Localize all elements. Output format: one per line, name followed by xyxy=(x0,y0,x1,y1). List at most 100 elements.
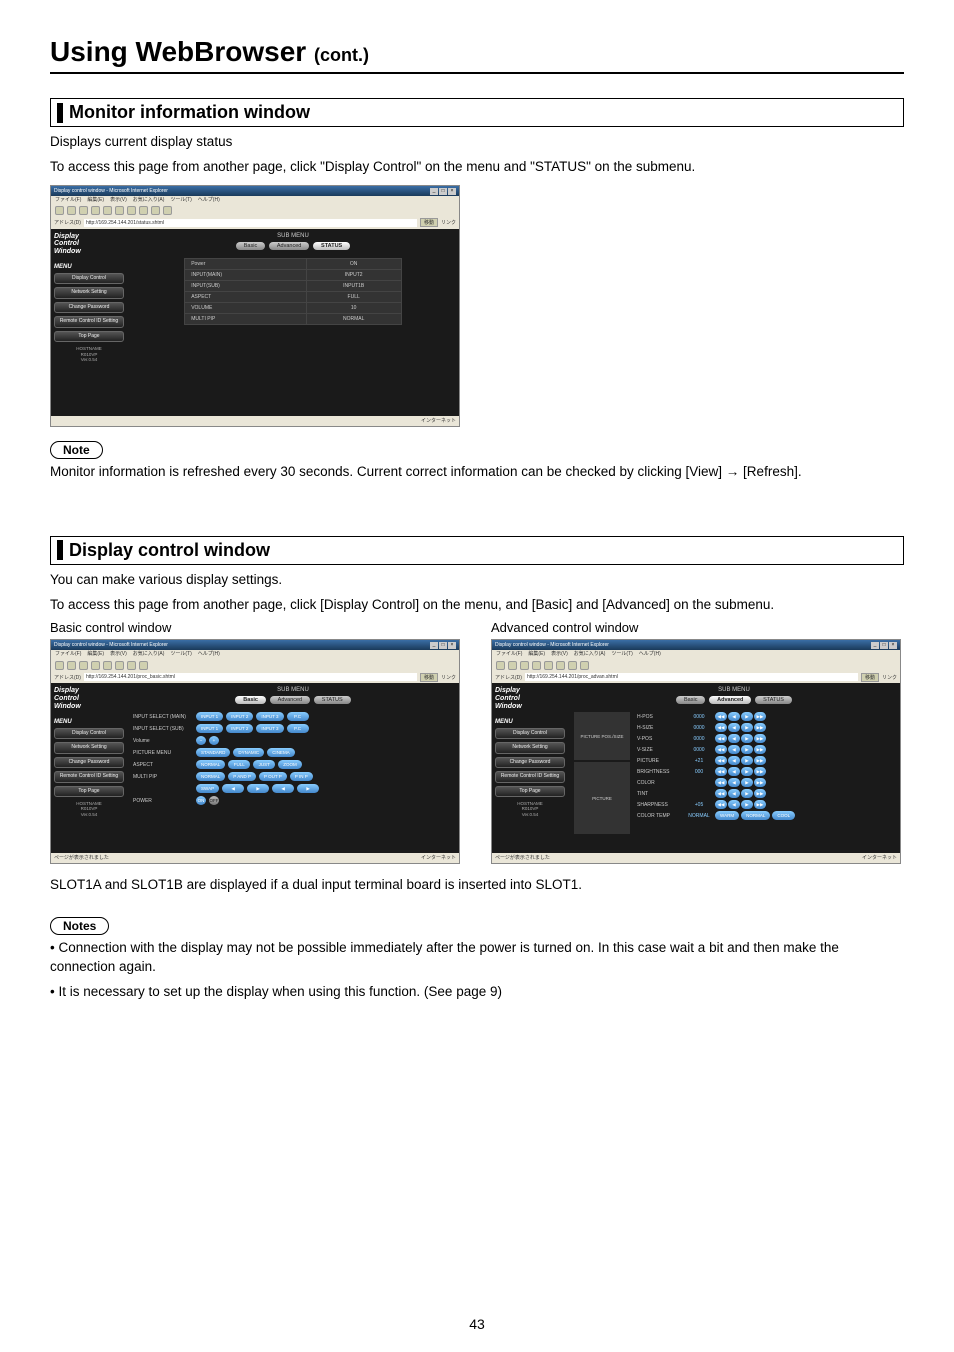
step-fwd-icon[interactable]: ▶ xyxy=(741,756,753,765)
history-icon[interactable] xyxy=(580,661,589,670)
menu-edit[interactable]: 編集(E) xyxy=(528,651,545,658)
tab-status[interactable]: STATUS xyxy=(755,696,792,704)
step-back-icon[interactable]: ◀ xyxy=(728,778,740,787)
sidebar-item-top[interactable]: Top Page xyxy=(54,786,124,798)
step-back-icon[interactable]: ◀ xyxy=(728,789,740,798)
rewind-icon[interactable]: ◀◀ xyxy=(715,734,727,743)
home-icon[interactable] xyxy=(103,661,112,670)
addr-input[interactable]: http://169.254.144.201/proc_advan.shtml xyxy=(525,673,858,681)
sidebar-item-network[interactable]: Network Setting xyxy=(495,742,565,754)
stop-icon[interactable] xyxy=(520,661,529,670)
ffwd-icon[interactable]: ▶▶ xyxy=(754,800,766,809)
ffwd-icon[interactable]: ▶▶ xyxy=(754,723,766,732)
step-back-icon[interactable]: ◀ xyxy=(728,767,740,776)
forward-icon[interactable] xyxy=(67,661,76,670)
ffwd-icon[interactable]: ▶▶ xyxy=(754,756,766,765)
input3-button[interactable]: INPUT 3 xyxy=(256,724,283,733)
maximize-icon[interactable]: □ xyxy=(439,188,447,195)
back-icon[interactable] xyxy=(55,206,64,215)
menu-edit[interactable]: 編集(E) xyxy=(87,651,104,658)
tab-advanced[interactable]: Advanced xyxy=(709,696,751,704)
pc-button[interactable]: P.C xyxy=(287,724,309,733)
input3-button[interactable]: INPUT 3 xyxy=(256,712,283,721)
sidebar-item-password[interactable]: Change Password xyxy=(495,757,565,769)
menu-help[interactable]: ヘルプ(H) xyxy=(198,651,220,658)
power-off-button[interactable]: OFF xyxy=(209,796,219,805)
rewind-icon[interactable]: ◀◀ xyxy=(715,712,727,721)
dynamic-button[interactable]: DYNAMIC xyxy=(233,748,264,757)
tab-advanced[interactable]: Advanced xyxy=(270,696,310,704)
menu-file[interactable]: ファイル(F) xyxy=(55,197,81,204)
addr-input[interactable]: http://169.254.144.201/proc_basic.shtml xyxy=(84,673,417,681)
menu-tools[interactable]: ツール(T) xyxy=(170,651,191,658)
search-icon[interactable] xyxy=(556,661,565,670)
sidebar-item-remote[interactable]: Remote Control ID Setting xyxy=(495,771,565,783)
minimize-icon[interactable]: _ xyxy=(871,642,879,649)
step-back-icon[interactable]: ◀ xyxy=(728,800,740,809)
sidebar-item-display[interactable]: Display Control xyxy=(54,273,124,285)
sidebar-item-password[interactable]: Change Password xyxy=(54,757,124,769)
option-button[interactable]: COOL xyxy=(772,811,795,820)
swap-button[interactable]: SWAP xyxy=(196,784,219,793)
forward-icon[interactable] xyxy=(508,661,517,670)
maximize-icon[interactable]: □ xyxy=(880,642,888,649)
tab-advanced[interactable]: Advanced xyxy=(269,242,309,250)
rewind-icon[interactable]: ◀◀ xyxy=(715,723,727,732)
home-icon[interactable] xyxy=(103,206,112,215)
back-icon[interactable] xyxy=(496,661,505,670)
sidebar-item-top[interactable]: Top Page xyxy=(495,786,565,798)
search-icon[interactable] xyxy=(115,206,124,215)
menu-view[interactable]: 表示(V) xyxy=(110,197,127,204)
sidebar-item-display[interactable]: Display Control xyxy=(54,728,124,740)
tab-basic[interactable]: Basic xyxy=(235,696,266,704)
rewind-icon[interactable]: ◀◀ xyxy=(715,767,727,776)
menu-fav[interactable]: お気に入り(A) xyxy=(133,651,165,658)
rewind-icon[interactable]: ◀◀ xyxy=(715,789,727,798)
vol-plus-button[interactable]: + xyxy=(209,736,219,745)
menu-edit[interactable]: 編集(E) xyxy=(87,197,104,204)
normal-button[interactable]: NORMAL xyxy=(196,772,225,781)
input1-button[interactable]: INPUT 1 xyxy=(196,712,223,721)
zoom-button[interactable]: ZOOM xyxy=(278,760,302,769)
step-back-icon[interactable]: ◀ xyxy=(728,756,740,765)
tab-status[interactable]: STATUS xyxy=(314,696,351,704)
close-icon[interactable]: × xyxy=(448,642,456,649)
step-fwd-icon[interactable]: ▶ xyxy=(741,723,753,732)
minimize-icon[interactable]: _ xyxy=(430,188,438,195)
pinp-button[interactable]: P IN P xyxy=(290,772,313,781)
history-icon[interactable] xyxy=(139,661,148,670)
menu-view[interactable]: 表示(V) xyxy=(551,651,568,658)
ffwd-icon[interactable]: ▶▶ xyxy=(754,745,766,754)
step-fwd-icon[interactable]: ▶ xyxy=(741,789,753,798)
ffwd-icon[interactable]: ▶▶ xyxy=(754,778,766,787)
input2-button[interactable]: INPUT 2 xyxy=(226,724,253,733)
menu-file[interactable]: ファイル(F) xyxy=(496,651,522,658)
fav-icon[interactable] xyxy=(127,661,136,670)
close-icon[interactable]: × xyxy=(448,188,456,195)
right-icon[interactable]: ▶ xyxy=(247,784,269,793)
pc-button[interactable]: P.C xyxy=(287,712,309,721)
sidebar-item-network[interactable]: Network Setting xyxy=(54,742,124,754)
ffwd-icon[interactable]: ▶▶ xyxy=(754,712,766,721)
history-icon[interactable] xyxy=(139,206,148,215)
sidebar-item-network[interactable]: Network Setting xyxy=(54,287,124,299)
rewind-icon[interactable]: ◀◀ xyxy=(715,745,727,754)
input1-button[interactable]: INPUT 1 xyxy=(196,724,223,733)
step-fwd-icon[interactable]: ▶ xyxy=(741,767,753,776)
ffwd-icon[interactable]: ▶▶ xyxy=(754,767,766,776)
just-button[interactable]: JUST xyxy=(253,760,275,769)
stop-icon[interactable] xyxy=(79,661,88,670)
normal-button[interactable]: NORMAL xyxy=(196,760,225,769)
poutp-button[interactable]: P OUT P xyxy=(259,772,287,781)
full-button[interactable]: FULL xyxy=(228,760,250,769)
rewind-icon[interactable]: ◀◀ xyxy=(715,800,727,809)
sidebar-item-remote[interactable]: Remote Control ID Setting xyxy=(54,771,124,783)
menu-tools[interactable]: ツール(T) xyxy=(611,651,632,658)
menu-tools[interactable]: ツール(T) xyxy=(170,197,191,204)
addr-input[interactable]: http://169.254.144.201/status.shtml xyxy=(84,219,417,227)
ffwd-icon[interactable]: ▶▶ xyxy=(754,734,766,743)
ffwd-icon[interactable]: ▶▶ xyxy=(754,789,766,798)
fav-icon[interactable] xyxy=(127,206,136,215)
step-fwd-icon[interactable]: ▶ xyxy=(741,734,753,743)
step-back-icon[interactable]: ◀ xyxy=(728,723,740,732)
